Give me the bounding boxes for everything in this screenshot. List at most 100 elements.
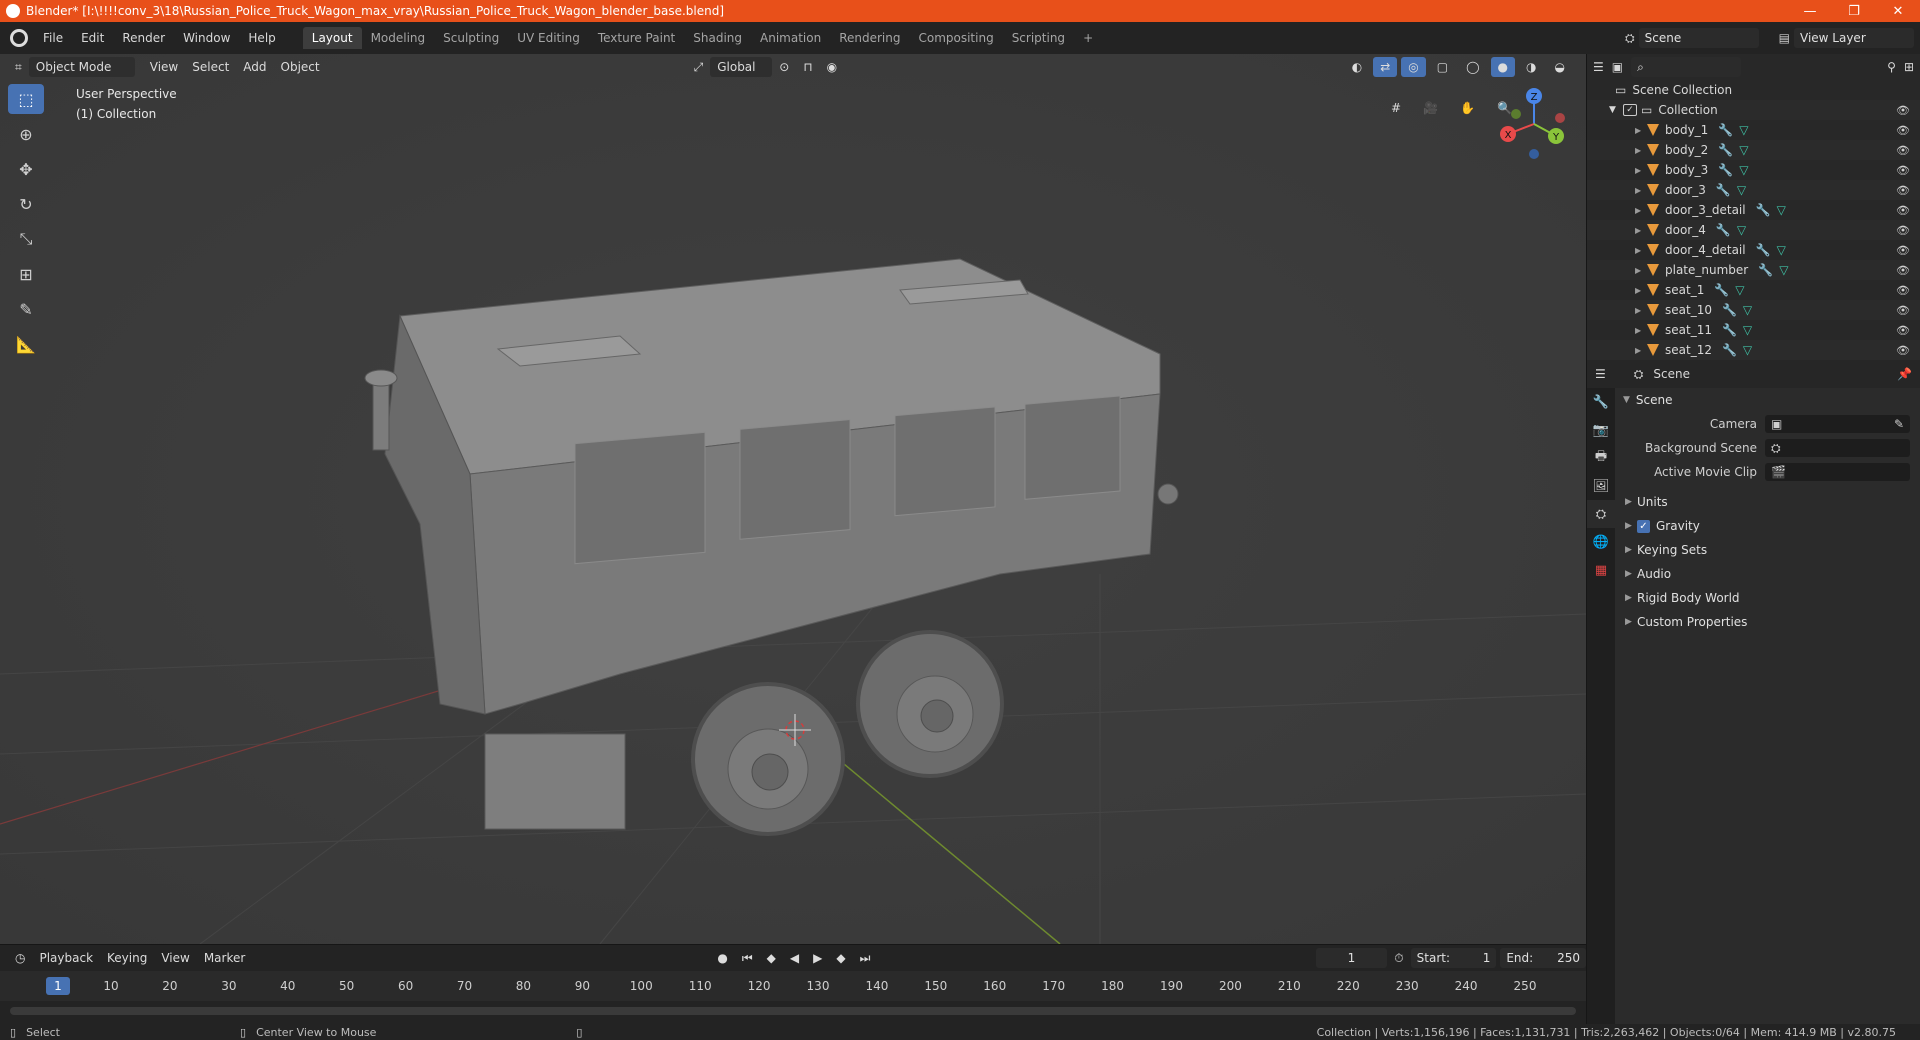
mode-selector[interactable]: Object Mode bbox=[28, 57, 135, 77]
view-layer-icon[interactable]: ▤ bbox=[1779, 31, 1790, 45]
close-button[interactable]: ✕ bbox=[1876, 0, 1920, 22]
gizmo-toggle-icon[interactable]: ⇄ bbox=[1373, 57, 1398, 77]
visibility-eye-icon[interactable]: 👁 bbox=[1896, 144, 1910, 157]
visibility-eye-icon[interactable]: 👁 bbox=[1896, 264, 1910, 277]
xray-toggle-icon[interactable]: ▢ bbox=[1430, 57, 1455, 77]
prev-keyframe-icon[interactable]: ◆ bbox=[760, 948, 783, 968]
jump-start-icon[interactable]: ⏮ bbox=[735, 948, 760, 968]
current-frame-field[interactable]: 1 bbox=[1315, 948, 1388, 968]
modifier-icon[interactable]: 🔧 bbox=[1756, 203, 1771, 217]
modifier-icon[interactable]: 🔧 bbox=[1722, 303, 1737, 317]
mesh-data-icon[interactable]: ▽ bbox=[1739, 163, 1748, 177]
expand-object-icon[interactable]: ▶ bbox=[1635, 126, 1647, 135]
visibility-eye-icon[interactable]: 👁 bbox=[1896, 304, 1910, 317]
view-layer-selector[interactable]: View Layer bbox=[1794, 28, 1914, 48]
render-tab-icon[interactable]: 📷 bbox=[1587, 416, 1615, 444]
modifier-icon[interactable]: 🔧 bbox=[1722, 343, 1737, 357]
viewport-menu-object[interactable]: Object bbox=[274, 57, 327, 77]
timeline-menu-keying[interactable]: Keying bbox=[100, 948, 154, 968]
outliner-object-row[interactable]: ▶ seat_1 🔧 ▽ 👁 bbox=[1587, 280, 1920, 300]
snap-icon[interactable]: ⊓ bbox=[796, 57, 819, 77]
expand-object-icon[interactable]: ▶ bbox=[1635, 286, 1647, 295]
outliner-search-input[interactable]: ⌕ bbox=[1631, 57, 1742, 77]
filter-icon[interactable]: ⚲ bbox=[1887, 60, 1896, 74]
timeline-menu-view[interactable]: View bbox=[154, 948, 196, 968]
expand-object-icon[interactable]: ▶ bbox=[1635, 186, 1647, 195]
modifier-icon[interactable]: 🔧 bbox=[1756, 243, 1771, 257]
menu-window[interactable]: Window bbox=[174, 27, 239, 49]
modifier-icon[interactable]: 🔧 bbox=[1718, 143, 1733, 157]
transform-icon[interactable]: ⊞ bbox=[8, 259, 44, 289]
pivot-icon[interactable]: ⊙ bbox=[772, 57, 796, 77]
menu-edit[interactable]: Edit bbox=[72, 27, 113, 49]
mesh-data-icon[interactable]: ▽ bbox=[1735, 283, 1744, 297]
scene-collection-row[interactable]: ▭ Scene Collection bbox=[1587, 80, 1920, 100]
tab-shading[interactable]: Shading bbox=[684, 27, 751, 49]
expand-object-icon[interactable]: ▶ bbox=[1635, 306, 1647, 315]
jump-end-icon[interactable]: ⏭ bbox=[853, 948, 878, 968]
expand-object-icon[interactable]: ▶ bbox=[1635, 266, 1647, 275]
display-mode-icon[interactable]: ▣ bbox=[1612, 60, 1623, 74]
overlay-toggle-icon[interactable]: ◎ bbox=[1401, 57, 1426, 77]
collection-checkbox[interactable]: ✓ bbox=[1623, 104, 1637, 116]
maximize-button[interactable]: ❐ bbox=[1832, 0, 1876, 22]
modifier-icon[interactable]: 🔧 bbox=[1718, 163, 1733, 177]
camera-field[interactable]: ▣ ✎ bbox=[1765, 415, 1910, 433]
scene-tab-icon[interactable]: ⛭ bbox=[1587, 500, 1615, 528]
outliner-object-row[interactable]: ▶ seat_11 🔧 ▽ 👁 bbox=[1587, 320, 1920, 340]
tab-uv-editing[interactable]: UV Editing bbox=[508, 27, 589, 49]
end-frame-field[interactable]: End: 250 bbox=[1500, 948, 1587, 968]
expand-collection-icon[interactable]: ▼ bbox=[1609, 105, 1623, 115]
menu-render[interactable]: Render bbox=[113, 27, 174, 49]
modifier-icon[interactable]: 🔧 bbox=[1758, 263, 1773, 277]
world-tab-icon[interactable]: 🌐 bbox=[1587, 528, 1615, 556]
measure-icon[interactable]: 📐 bbox=[8, 329, 44, 359]
mesh-data-icon[interactable]: ▽ bbox=[1737, 183, 1746, 197]
modifier-icon[interactable]: 🔧 bbox=[1722, 323, 1737, 337]
expand-object-icon[interactable]: ▶ bbox=[1635, 206, 1647, 215]
orientation-selector[interactable]: Global bbox=[710, 57, 773, 77]
timeline-menu-playback[interactable]: Playback bbox=[32, 948, 100, 968]
next-keyframe-icon[interactable]: ◆ bbox=[829, 948, 852, 968]
wireframe-shading-icon[interactable]: ◯ bbox=[1459, 57, 1486, 77]
visibility-eye-icon[interactable]: 👁 bbox=[1896, 344, 1910, 357]
outliner-object-row[interactable]: ▶ door_4 🔧 ▽ 👁 bbox=[1587, 220, 1920, 240]
scene-panel-header[interactable]: ▼ Scene bbox=[1615, 388, 1920, 412]
start-frame-field[interactable]: Start: 1 bbox=[1410, 948, 1497, 968]
viewport-menu-view[interactable]: View bbox=[143, 57, 185, 77]
select-box-icon[interactable]: ⬚ bbox=[8, 84, 44, 114]
camera-view-icon[interactable]: 🎥 bbox=[1416, 98, 1445, 118]
visibility-eye-icon[interactable]: 👁 bbox=[1896, 224, 1910, 237]
outliner-object-row[interactable]: ▶ seat_10 🔧 ▽ 👁 bbox=[1587, 300, 1920, 320]
play-reverse-icon[interactable]: ◀ bbox=[783, 948, 806, 968]
stopwatch-icon[interactable]: ⏱ bbox=[1387, 948, 1410, 968]
new-collection-icon[interactable]: ⊞ bbox=[1904, 60, 1914, 74]
mesh-data-icon[interactable]: ▽ bbox=[1739, 143, 1748, 157]
audio-panel[interactable]: ▶ Audio bbox=[1615, 562, 1920, 586]
visibility-eye-icon[interactable]: 👁 bbox=[1896, 164, 1910, 177]
editor-type-icon[interactable]: ⌗ bbox=[8, 57, 29, 77]
solid-shading-icon[interactable]: ● bbox=[1490, 57, 1516, 77]
visibility-eye-icon[interactable]: 👁 bbox=[1896, 204, 1910, 217]
mesh-data-icon[interactable]: ▽ bbox=[1779, 263, 1788, 277]
collection-row[interactable]: ▼ ✓ ▭ Collection 👁 bbox=[1587, 100, 1920, 120]
timeline-editor-icon[interactable]: ◷ bbox=[8, 948, 32, 968]
play-icon[interactable]: ▶ bbox=[806, 948, 829, 968]
expand-object-icon[interactable]: ▶ bbox=[1635, 166, 1647, 175]
annotate-icon[interactable]: ✎ bbox=[8, 294, 44, 324]
active-movie-clip-field[interactable]: 🎬 bbox=[1765, 463, 1910, 481]
timeline-menu-marker[interactable]: Marker bbox=[197, 948, 252, 968]
modifier-icon[interactable]: 🔧 bbox=[1714, 283, 1729, 297]
viewport-menu-select[interactable]: Select bbox=[185, 57, 236, 77]
tab-compositing[interactable]: Compositing bbox=[909, 27, 1002, 49]
menu-file[interactable]: File bbox=[34, 27, 72, 49]
outliner-object-row[interactable]: ▶ door_3_detail 🔧 ▽ 👁 bbox=[1587, 200, 1920, 220]
pan-view-icon[interactable]: ✋ bbox=[1453, 98, 1482, 118]
expand-object-icon[interactable]: ▶ bbox=[1635, 246, 1647, 255]
menu-help[interactable]: Help bbox=[239, 27, 284, 49]
visibility-eye-icon[interactable]: 👁 bbox=[1896, 104, 1910, 117]
mesh-data-icon[interactable]: ▽ bbox=[1739, 123, 1748, 137]
blender-menu-icon[interactable] bbox=[10, 29, 28, 47]
add-workspace-icon[interactable]: + bbox=[1074, 27, 1102, 49]
units-panel[interactable]: ▶ Units bbox=[1615, 490, 1920, 514]
